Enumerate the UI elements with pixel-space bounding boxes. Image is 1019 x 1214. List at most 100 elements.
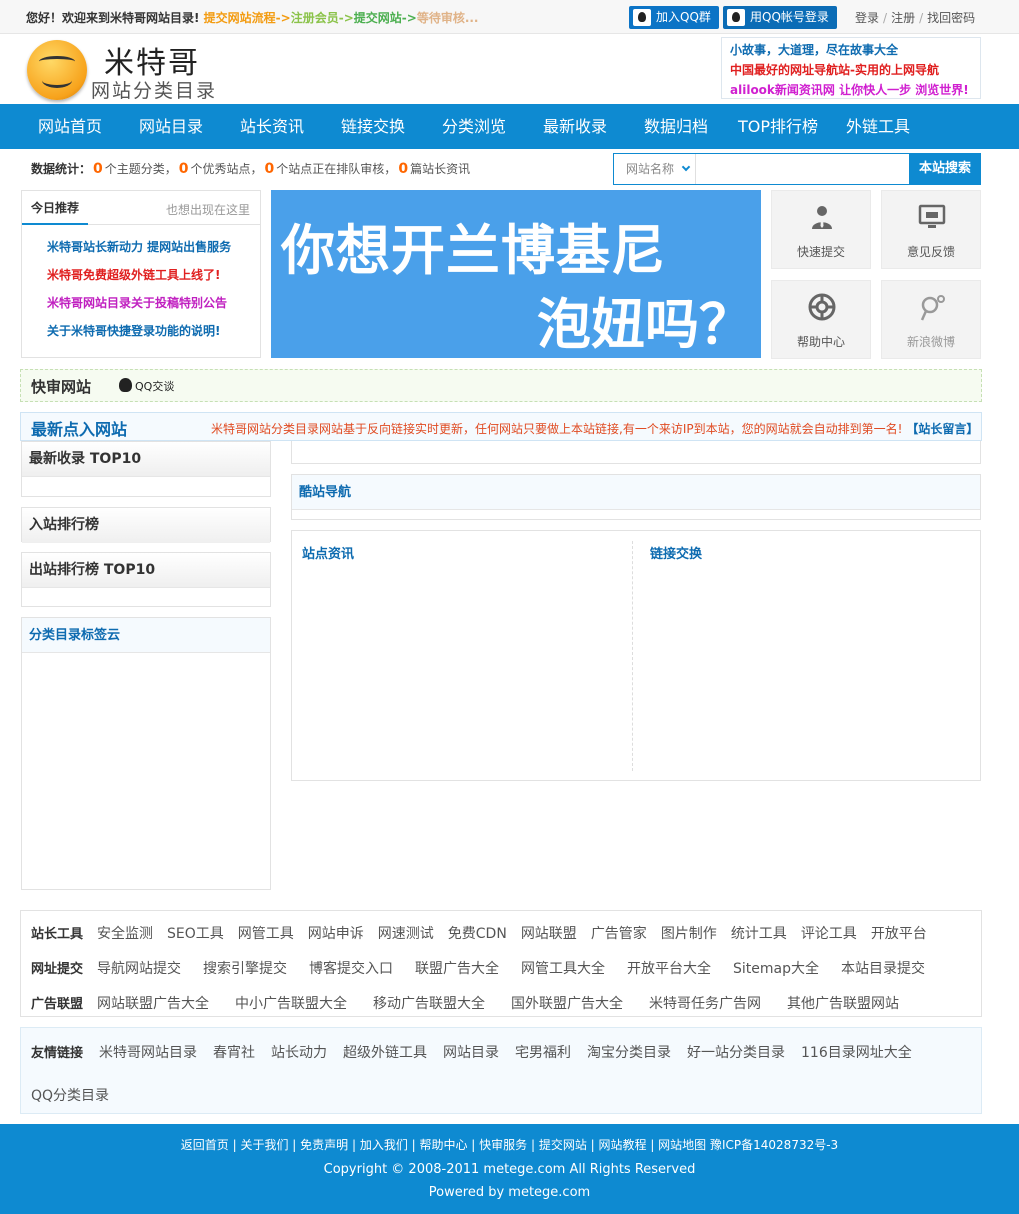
tool-link[interactable]: 统计工具 [731,926,787,942]
latest-top10-box: 最新收录 TOP10 [21,441,271,497]
tab-appear-here[interactable]: 也想出现在这里 [166,201,250,218]
sina-weibo-label: 新浪微博 [906,335,955,349]
search-box: 网站名称 本站搜索 [613,153,981,185]
tool-link[interactable]: 联盟广告大全 [415,961,499,977]
tool-link[interactable]: 国外联盟广告大全 [511,996,623,1012]
header-ad-link-1[interactable]: 小故事，大道理，尽在故事大全 [730,43,898,57]
tool-link[interactable]: 网站联盟 [521,926,577,942]
stats-articles: 0 [398,161,409,177]
search-button[interactable]: 本站搜索 [909,153,981,185]
register-link[interactable]: 注册 [891,11,915,25]
tab-today-recommend[interactable]: 今日推荐 [22,191,89,225]
nav-archive[interactable]: 数据归档 [644,104,708,149]
friend-link[interactable]: 好一站分类目录 [687,1045,785,1061]
sina-weibo-tile[interactable]: 新浪微博 [881,280,981,359]
login-link[interactable]: 登录 [855,11,879,25]
tool-link[interactable]: 开放平台大全 [627,961,711,977]
tool-link[interactable]: SEO工具 [167,926,224,942]
latest-visits-list [291,441,981,464]
latest-visits-bar: 最新点入网站 米特哥网站分类目录网站基于反向链接实时更新，任何网站只要做上本站链… [20,412,982,441]
tool-link[interactable]: 博客提交入口 [309,961,393,977]
tool-link[interactable]: 网管工具大全 [521,961,605,977]
recommend-item[interactable]: 关于米特哥快捷登录功能的说明! [47,324,220,338]
search-type-select[interactable]: 网站名称 [614,154,696,184]
tool-link[interactable]: 网站申诉 [308,926,364,942]
qq-chat-button[interactable]: QQ交谈 [119,378,174,394]
nav-webmaster-news[interactable]: 站长资讯 [240,104,304,149]
footer-powered: Powered by metege.com [428,1185,591,1200]
search-input[interactable] [697,154,909,184]
guestbook-link[interactable]: 【站长留言】 [906,422,978,436]
tool-link[interactable]: 米特哥任务广告网 [649,996,761,1012]
friend-link[interactable]: 宅男福利 [515,1045,571,1061]
banner-ad[interactable]: 你想开兰博基尼 泡妞吗？ [271,190,761,358]
friend-links-row-2: QQ分类目录 [31,1085,125,1105]
stats-categories: 0 [93,161,103,177]
footer-links[interactable]: 返回首页 | 关于我们 | 免责声明 | 加入我们 | 帮助中心 | 快审服务 … [0,1136,1019,1153]
tool-link[interactable]: 网管工具 [238,926,294,942]
latest-visits-message: 米特哥网站分类目录网站基于反向链接实时更新，任何网站只要做上本站链接,有一个来访… [211,420,978,437]
help-center-tile[interactable]: 帮助中心 [771,280,871,359]
step-3-link[interactable]: 提交网站-> [354,11,417,25]
tool-link[interactable]: 网速测试 [378,926,434,942]
tool-link[interactable]: 免费CDN [448,926,507,942]
friend-link[interactable]: 淘宝分类目录 [587,1045,671,1061]
latest-message-text: 米特哥网站分类目录网站基于反向链接实时更新，任何网站只要做上本站链接,有一个来访… [211,422,903,436]
recommend-item[interactable]: 米特哥免费超级外链工具上线了! [47,268,220,282]
friend-link[interactable]: 超级外链工具 [343,1045,427,1061]
step-2-link[interactable]: 注册会员-> [291,11,354,25]
quick-review-bar: 快审网站 QQ交谈 [20,369,982,402]
site-news-heading[interactable]: 站点资讯 [302,543,354,562]
tool-link[interactable]: 广告管家 [591,926,647,942]
nav-top-ranking[interactable]: TOP排行榜 [738,104,818,149]
step-1-link[interactable]: 提交网站流程-> [204,11,291,25]
tool-link[interactable]: 中小广告联盟大全 [235,996,347,1012]
tool-link[interactable]: Sitemap大全 [733,961,819,977]
friend-link[interactable]: 网站目录 [443,1045,499,1061]
news-exchange-box: 站点资讯 链接交换 [291,530,981,781]
tools-row-label: 站长工具 [31,927,84,942]
quick-submit-tile[interactable]: 快速提交 [771,190,871,269]
friend-link[interactable]: 站长动力 [271,1045,327,1061]
nav-directory[interactable]: 网站目录 [139,104,203,149]
out-rank-heading: 出站排行榜 TOP10 [22,553,270,588]
header-ad-link-3[interactable]: alilook新闻资讯网 让你快人一步 浏览世界! [730,83,969,97]
tool-link[interactable]: 评论工具 [801,926,857,942]
friend-link[interactable]: 米特哥网站目录 [99,1045,197,1061]
friend-link[interactable]: 春宵社 [213,1045,255,1061]
banner-line-2: 泡妞吗？ [537,293,753,356]
tool-link[interactable]: 本站目录提交 [841,961,925,977]
step-4-link[interactable]: 等待审核... [417,11,479,25]
tool-link[interactable]: 其他广告联盟网站 [787,996,899,1012]
tool-link[interactable]: 安全监测 [97,926,153,942]
nav-outlink-tools[interactable]: 外链工具 [846,104,910,149]
tool-link[interactable]: 导航网站提交 [97,961,181,977]
qq-penguin-icon [727,9,745,26]
site-logo[interactable]: 米特哥 网站分类目录 [27,38,227,102]
friend-link[interactable]: 116目录网址大全 [801,1045,912,1061]
help-center-label: 帮助中心 [796,335,845,349]
nav-latest[interactable]: 最新收录 [543,104,607,149]
tool-link[interactable]: 搜索引擎提交 [203,961,287,977]
header-ad-link-2[interactable]: 中国最好的网址导航站-实用的上网导航 [730,63,939,77]
stats-pending-text: 个站点正在排队审核， [276,162,397,176]
friend-link[interactable]: QQ分类目录 [31,1088,109,1104]
feedback-tile[interactable]: 意见反馈 [881,190,981,269]
webmaster-tools: 站长工具 安全监测 SEO工具 网管工具 网站申诉 网速测试 免费CDN 网站联盟 广告管家 图片… [20,910,982,1017]
nav-link-exchange[interactable]: 链接交换 [341,104,405,149]
stats-label: 数据统计： [31,162,92,176]
tool-link[interactable]: 网站联盟广告大全 [97,996,209,1012]
nav-home[interactable]: 网站首页 [38,104,102,149]
tool-link[interactable]: 移动广告联盟大全 [373,996,485,1012]
nav-category-browse[interactable]: 分类浏览 [442,104,506,149]
recover-password-link[interactable]: 找回密码 [927,11,975,25]
qq-login-button[interactable]: 用QQ帐号登录 [723,6,837,29]
tool-link[interactable]: 图片制作 [661,926,717,942]
join-qq-group-button[interactable]: 加入QQ群 [629,6,719,29]
tool-link[interactable]: 开放平台 [871,926,927,942]
latest-visits-title: 最新点入网站 [31,420,128,439]
link-exchange-heading[interactable]: 链接交换 [650,543,702,562]
in-rank-heading: 入站排行榜 [22,508,270,543]
recommend-item[interactable]: 米特哥网站目录关于投稿特别公告 [47,296,227,310]
recommend-item[interactable]: 米特哥站长新动力 提网站出售服务 [47,240,231,254]
